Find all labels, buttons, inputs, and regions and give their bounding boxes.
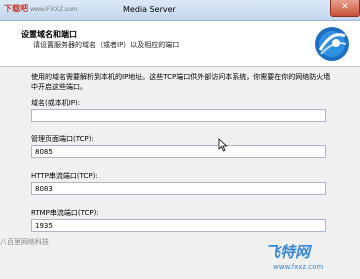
watermark-brand: 飞特网 — [265, 243, 311, 261]
mouse-cursor-icon — [218, 138, 228, 152]
media-server-logo-icon — [315, 27, 349, 61]
page-subtitle: 请设置服务器的域名（或者IP）以及相应的端口 — [33, 41, 180, 49]
watermark-url: www.fxxz.com — [273, 263, 324, 271]
close-button[interactable]: ✕ — [330, 0, 360, 17]
footer-brand-text: 八百里网络科技 — [0, 238, 49, 246]
http-port-label: HTTP串流端口(TCP): — [31, 172, 98, 180]
watermark-top-text: 下载吧 — [4, 4, 28, 13]
watermark-top-url: www.FXXZ.com — [30, 6, 78, 13]
domain-input[interactable] — [31, 109, 326, 122]
watermark-overlay: 飞特网 www.fxxz.com — [265, 241, 355, 275]
admin-port-input[interactable] — [31, 145, 326, 158]
rtmp-port-label: RTMP串流端口(TCP): — [31, 209, 99, 217]
http-port-input[interactable] — [31, 182, 326, 195]
title-bar: 下载吧 www.FXXZ.com Media Server ✕ — [0, 0, 360, 21]
watermark-top: 下载吧 www.FXXZ.com — [4, 3, 78, 14]
description-text: 使用的域名需要解析到本机的IP地址。这些TCP端口供外部访问本系统，你需要在你的… — [31, 73, 331, 91]
page-title: 设置域名和端口 — [21, 30, 77, 39]
domain-label: 域名(或本机IP): — [31, 99, 81, 107]
rtmp-port-input[interactable] — [31, 219, 326, 232]
wizard-header: 设置域名和端口 请设置服务器的域名（或者IP）以及相应的端口 — [0, 21, 360, 67]
window-title: Media Server — [123, 5, 176, 14]
admin-port-label: 管理页面端口(TCP): — [31, 135, 94, 143]
